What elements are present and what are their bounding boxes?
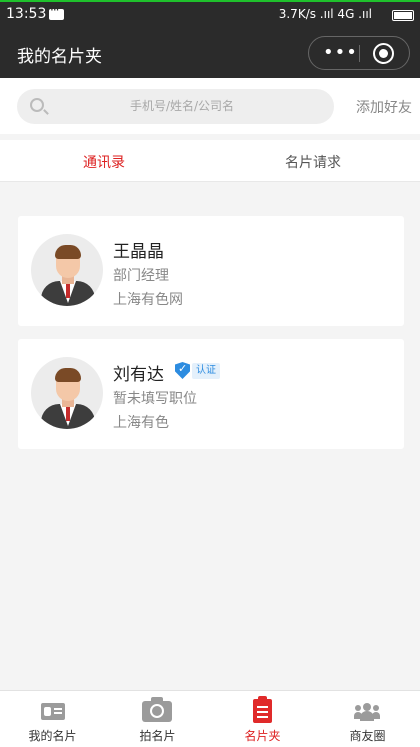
contact-company: 上海有色	[113, 415, 169, 431]
close-target-button[interactable]	[373, 43, 394, 64]
search-input[interactable]	[57, 95, 307, 117]
nav-bar: 我的名片夹 •••	[0, 28, 420, 78]
search-area: 添加好友	[0, 78, 420, 134]
business-card-icon	[41, 703, 65, 720]
tab-contacts[interactable]: 通讯录	[83, 152, 125, 172]
search-box[interactable]	[17, 89, 334, 124]
capsule-divider	[359, 45, 360, 62]
status-time: 13:53	[6, 6, 47, 22]
add-friend-button[interactable]: 添加好友	[356, 97, 412, 117]
network-status: 3.7K/s .ııl 4G .ııl	[278, 7, 372, 21]
nav-label: 拍名片	[139, 729, 176, 743]
battery-icon	[392, 10, 414, 21]
contact-position: 暂未填写职位	[113, 391, 197, 407]
tab-bar: 通讯录 名片请求	[0, 140, 420, 182]
status-bar: 13:53 3.7K/s .ııl 4G .ııl	[0, 0, 420, 28]
nav-label: 名片夹	[244, 729, 281, 743]
contact-name: 王晶晶	[113, 242, 164, 262]
verified-label: 认证	[192, 363, 220, 379]
nav-label: 我的名片	[28, 729, 77, 743]
nav-card-folder[interactable]: 名片夹	[210, 691, 315, 747]
mini-program-capsule: •••	[308, 36, 410, 70]
verified-shield-icon	[175, 362, 190, 379]
search-icon	[30, 98, 44, 112]
bottom-nav: 我的名片 拍名片 名片夹 商友圈	[0, 690, 420, 747]
message-notification-icon	[49, 3, 64, 20]
contact-name: 刘有达	[113, 365, 164, 385]
contact-card[interactable]: 刘有达 认证 暂未填写职位 上海有色	[18, 339, 404, 449]
tab-card-requests[interactable]: 名片请求	[285, 152, 341, 172]
nav-label: 商友圈	[349, 729, 386, 743]
contact-position: 部门经理	[113, 268, 169, 284]
card-folder-icon	[253, 696, 272, 723]
nav-scan-card[interactable]: 拍名片	[105, 691, 210, 747]
more-menu-button[interactable]: •••	[323, 42, 358, 63]
nav-my-card[interactable]: 我的名片	[0, 691, 105, 747]
nav-business-circle[interactable]: 商友圈	[315, 691, 420, 747]
group-icon	[354, 703, 380, 721]
contact-company: 上海有色网	[113, 292, 183, 308]
avatar	[31, 357, 103, 429]
page-title: 我的名片夹	[17, 47, 102, 67]
contact-card[interactable]: 王晶晶 部门经理 上海有色网	[18, 216, 404, 326]
camera-icon	[142, 697, 172, 722]
avatar	[31, 234, 103, 306]
